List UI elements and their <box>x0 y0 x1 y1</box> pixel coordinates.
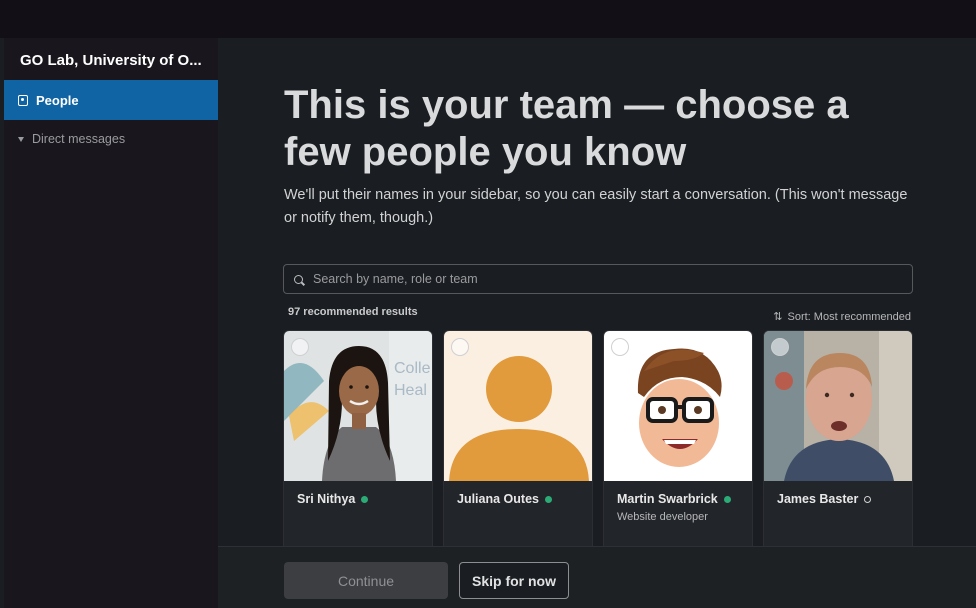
person-name: Sri Nithya <box>297 492 356 506</box>
workspace-name[interactable]: GO Lab, University of O... <box>4 38 218 80</box>
person-name: Martin Swarbrick <box>617 492 718 506</box>
person-name-row: Sri Nithya <box>297 492 369 506</box>
person-card[interactable]: Martin Swarbrick Website developer <box>603 330 753 548</box>
person-card[interactable]: James Baster <box>763 330 913 548</box>
person-name: James Baster <box>777 492 859 506</box>
person-name-row: Martin Swarbrick <box>617 492 731 506</box>
person-photo <box>604 331 752 481</box>
status-active-icon <box>723 495 731 503</box>
person-photo <box>764 331 912 481</box>
caret-down-icon <box>18 136 24 142</box>
people-cards: Colle Heal Sri Nithya Juliana Outes Mart… <box>283 330 913 548</box>
status-active-icon <box>544 495 552 503</box>
skip-button[interactable]: Skip for now <box>459 562 569 599</box>
title-bar <box>0 0 976 38</box>
people-icon <box>18 94 28 106</box>
sidebar: GO Lab, University of O... People Direct… <box>4 38 218 608</box>
main-panel: This is your team — choose a few people … <box>218 38 976 608</box>
person-card[interactable]: Colle Heal Sri Nithya <box>283 330 433 548</box>
person-name-row: James Baster <box>777 492 872 506</box>
status-active-icon <box>361 495 369 503</box>
sort-icon: ⇅ <box>773 311 783 323</box>
page-title: This is your team — choose a few people … <box>284 83 849 174</box>
sidebar-item-label: People <box>36 92 79 108</box>
person-card[interactable]: Juliana Outes <box>443 330 593 548</box>
sort-label: Sort: Most recommended <box>787 310 912 323</box>
svg-text:Heal: Heal <box>394 382 427 399</box>
sidebar-item-people[interactable]: People <box>4 80 218 120</box>
search-box[interactable] <box>283 264 913 294</box>
select-checkbox[interactable] <box>611 338 629 356</box>
sidebar-section-direct-messages[interactable]: Direct messages <box>4 120 218 146</box>
footer-bar: Continue Skip for now <box>218 546 976 608</box>
status-away-icon <box>864 495 872 503</box>
search-icon <box>294 274 303 284</box>
page-description: We'll put their names in your sidebar, s… <box>284 187 908 226</box>
sort-control[interactable]: ⇅ Sort: Most recommended <box>773 310 912 324</box>
search-input[interactable] <box>313 272 873 286</box>
continue-button[interactable]: Continue <box>284 562 448 599</box>
person-name-row: Juliana Outes <box>457 492 552 506</box>
person-role: Website developer <box>617 511 708 523</box>
person-photo <box>444 331 592 481</box>
results-count: 97 recommended results <box>288 306 418 318</box>
select-checkbox[interactable] <box>291 338 309 356</box>
svg-text:Colle: Colle <box>394 360 431 377</box>
select-checkbox[interactable] <box>451 338 469 356</box>
sidebar-section-label: Direct messages <box>32 132 126 146</box>
select-checkbox[interactable] <box>771 338 789 356</box>
person-name: Juliana Outes <box>457 492 539 506</box>
person-photo: Colle Heal <box>284 331 432 481</box>
